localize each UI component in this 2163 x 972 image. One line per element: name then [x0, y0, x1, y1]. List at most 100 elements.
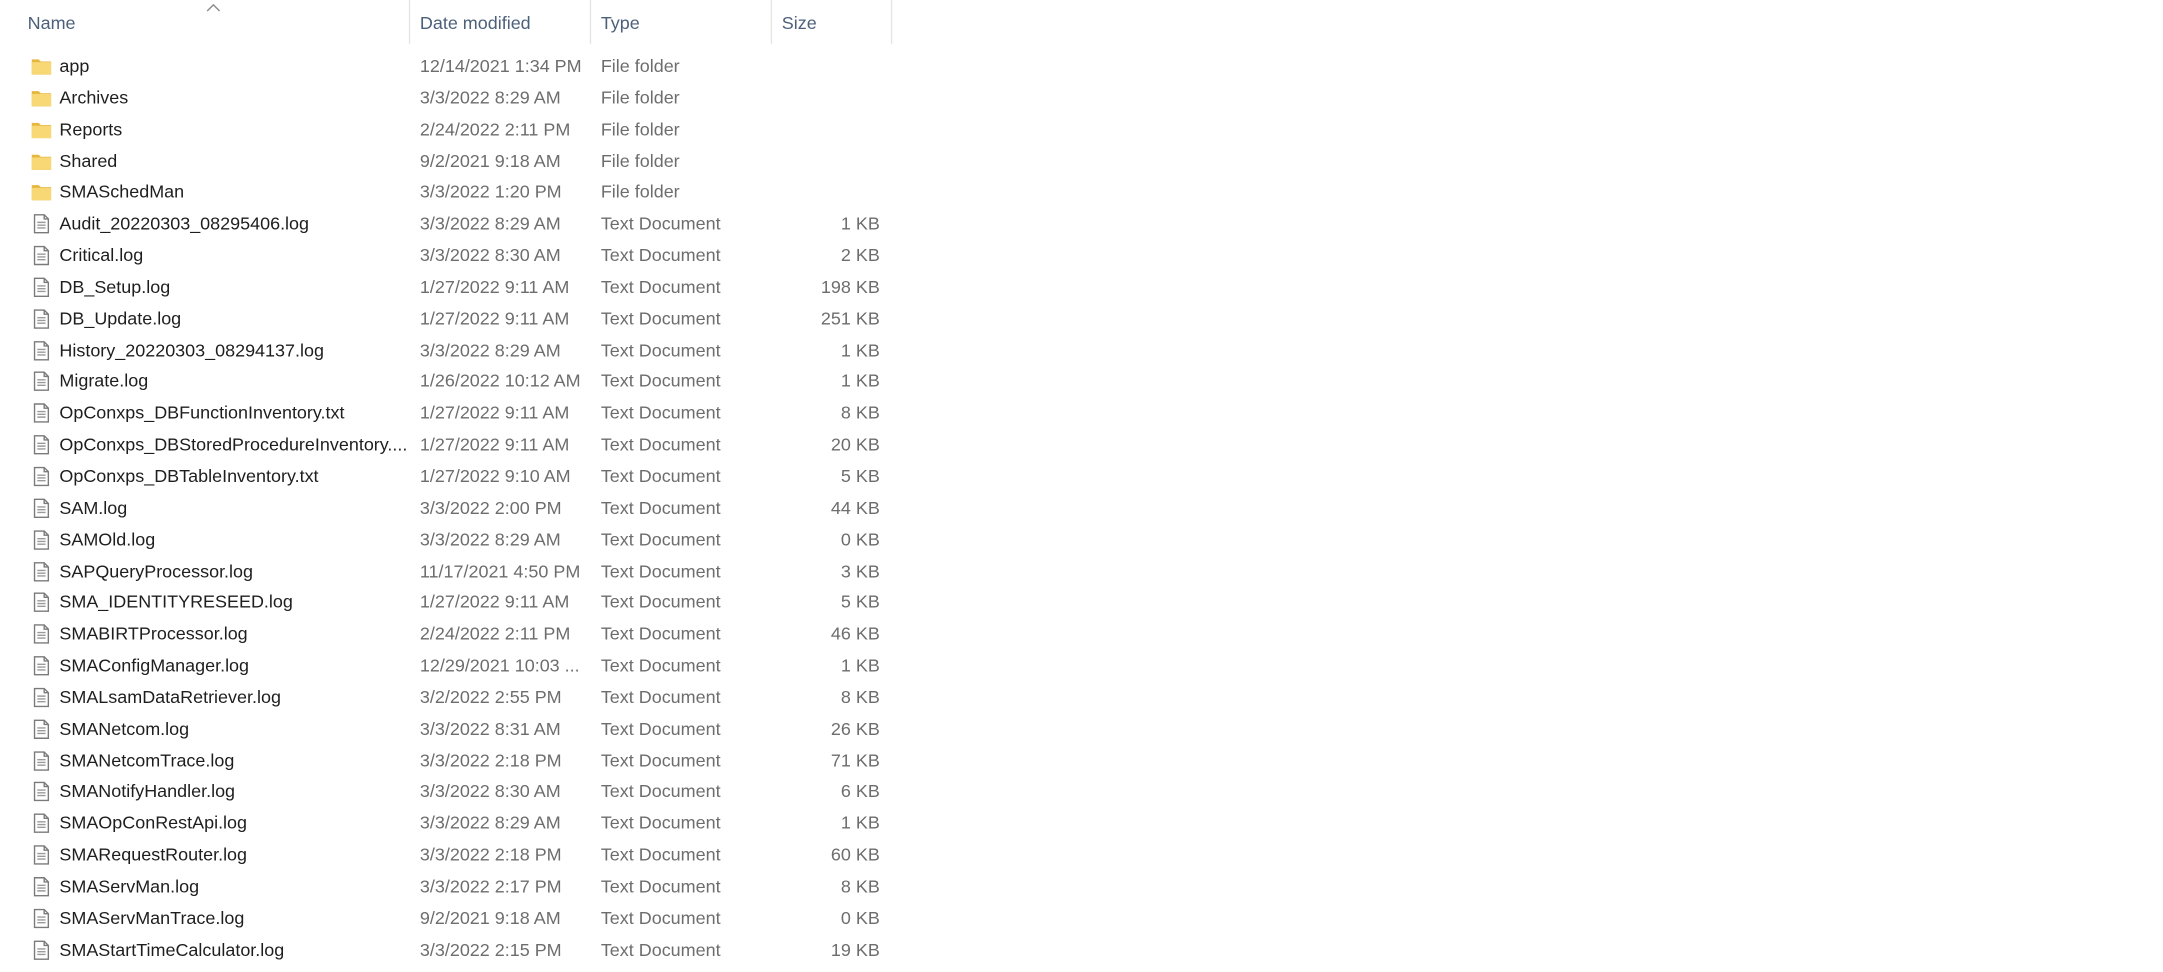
file-row[interactable]: SMAOpConRestApi.log 3/3/2022 8:29 AM Text …: [0, 807, 892, 839]
column-header-date[interactable]: Date modified: [410, 0, 592, 45]
file-type: File folder: [600, 86, 680, 108]
column-header-name-label: Name: [27, 12, 76, 34]
text-document-icon: [30, 434, 52, 456]
file-name: Reports: [59, 118, 123, 140]
file-row[interactable]: SMANotifyHandler.log 3/3/2022 8:30 AM Text…: [0, 775, 892, 807]
text-document-icon: [30, 465, 52, 487]
file-row[interactable]: app 12/14/2021 1:34 PM File folder: [0, 50, 892, 82]
file-type: Text Document: [600, 844, 721, 865]
file-date-modified: 12/29/2021 10:03 ...: [419, 654, 580, 676]
file-type: Text Document: [600, 654, 721, 676]
file-name: OpConxps_DBStoredProcedureInventory....: [59, 433, 408, 455]
file-row[interactable]: SMALsamDataRetriever.log 3/2/2022 2:55 PM…: [0, 681, 892, 713]
text-document-icon: [30, 749, 52, 771]
text-document-icon: [30, 812, 52, 834]
file-type: Text Document: [600, 276, 721, 297]
file-size: 6 KB: [840, 780, 880, 802]
file-row[interactable]: SAM.log 3/3/2022 2:00 PM Text Document 44 K…: [0, 491, 892, 523]
file-list: app 12/14/2021 1:34 PM File folder Archives…: [0, 50, 892, 965]
file-date-modified: 3/3/2022 8:29 AM: [419, 213, 561, 234]
file-type: Text Document: [600, 875, 721, 897]
file-name: SMANetcomTrace.log: [59, 749, 235, 771]
file-date-modified: 3/3/2022 2:18 PM: [419, 749, 562, 771]
file-row[interactable]: SMASchedMan 3/3/2022 1:20 PM File folder: [0, 176, 892, 208]
file-date-modified: 3/3/2022 2:17 PM: [419, 875, 562, 897]
column-header-type-label: Type: [600, 12, 640, 34]
file-type: File folder: [600, 181, 680, 203]
file-row[interactable]: SMARequestRouter.log 3/3/2022 2:18 PM Text…: [0, 839, 892, 871]
file-size: 0 KB: [840, 907, 880, 928]
file-row[interactable]: SMABIRTProcessor.log 2/24/2022 2:11 PM Tex…: [0, 618, 892, 650]
file-row[interactable]: SMANetcom.log 3/3/2022 8:31 AM Text Docume…: [0, 712, 892, 744]
file-date-modified: 1/27/2022 9:11 AM: [419, 433, 570, 455]
file-date-modified: 3/3/2022 8:29 AM: [419, 812, 561, 834]
column-header-size-label: Size: [781, 12, 817, 34]
file-name: SAPQueryProcessor.log: [59, 560, 254, 581]
file-size: 71 KB: [830, 749, 880, 771]
file-name: SMAStartTimeCalculator.log: [59, 938, 285, 960]
file-explorer-view: Name Date modified Type Size app 12/14/20…: [0, 0, 2163, 970]
file-type: Text Document: [600, 339, 721, 360]
column-header-name[interactable]: Name: [0, 0, 411, 45]
file-row[interactable]: Audit_20220303_08295406.log 3/3/2022 8:29…: [0, 207, 892, 239]
file-row[interactable]: OpConxps_DBFunctionInventory.txt 1/27/202…: [0, 397, 892, 429]
text-document-icon: [30, 781, 52, 803]
text-document-icon: [30, 592, 52, 614]
file-row[interactable]: SMAStartTimeCalculator.log 3/3/2022 2:15 …: [0, 933, 892, 965]
text-document-icon: [30, 371, 52, 393]
file-date-modified: 3/3/2022 2:00 PM: [419, 496, 562, 518]
file-row[interactable]: Archives 3/3/2022 8:29 AM File folder: [0, 81, 892, 113]
file-name: SMAOpConRestApi.log: [59, 812, 248, 834]
file-name: SMASchedMan: [59, 181, 185, 203]
file-date-modified: 3/3/2022 8:29 AM: [419, 86, 561, 108]
file-type: Text Document: [600, 370, 721, 392]
file-date-modified: 3/3/2022 8:30 AM: [419, 780, 561, 802]
file-row[interactable]: DB_Update.log 1/27/2022 9:11 AM Text Docum…: [0, 302, 892, 334]
column-header-type[interactable]: Type: [591, 0, 773, 45]
file-size: 1 KB: [840, 213, 880, 234]
file-size: 20 KB: [830, 433, 880, 455]
file-row[interactable]: SMA_IDENTITYRESEED.log 1/27/2022 9:11 AM T…: [0, 586, 892, 618]
file-row[interactable]: OpConxps_DBTableInventory.txt 1/27/2022 9…: [0, 460, 892, 492]
text-document-icon: [30, 339, 52, 361]
file-date-modified: 2/24/2022 2:11 PM: [419, 623, 571, 644]
file-row[interactable]: Shared 9/2/2021 9:18 AM File folder: [0, 144, 892, 176]
file-name: DB_Update.log: [59, 307, 182, 329]
text-document-icon: [30, 907, 52, 929]
file-row[interactable]: Critical.log 3/3/2022 8:30 AM Text Documen…: [0, 239, 892, 271]
file-date-modified: 3/3/2022 8:31 AM: [419, 717, 561, 739]
file-date-modified: 2/24/2022 2:11 PM: [419, 118, 571, 140]
file-date-modified: 9/2/2021 9:18 AM: [419, 907, 561, 928]
file-size: 198 KB: [820, 276, 880, 297]
file-row[interactable]: SAMOld.log 3/3/2022 8:29 AM Text Document 0…: [0, 523, 892, 555]
file-type: File folder: [600, 55, 680, 76]
file-row[interactable]: OpConxps_DBStoredProcedureInventory.... 1…: [0, 428, 892, 460]
file-row[interactable]: Migrate.log 1/26/2022 10:12 AM Text Docume…: [0, 365, 892, 397]
file-row[interactable]: SMANetcomTrace.log 3/3/2022 2:18 PM Text D…: [0, 744, 892, 776]
file-name: Archives: [59, 86, 129, 108]
file-name: Critical.log: [59, 244, 144, 266]
file-row[interactable]: SAPQueryProcessor.log 11/17/2021 4:50 PM T…: [0, 555, 892, 587]
text-document-icon: [30, 655, 52, 677]
file-date-modified: 12/14/2021 1:34 PM: [419, 55, 582, 76]
file-row[interactable]: Reports 2/24/2022 2:11 PM File folder: [0, 113, 892, 145]
file-type: Text Document: [600, 433, 721, 455]
file-type: File folder: [600, 118, 680, 140]
file-date-modified: 11/17/2021 4:50 PM: [419, 560, 581, 581]
file-row[interactable]: SMAConfigManager.log 12/29/2021 10:03 ...…: [0, 649, 892, 681]
file-type: Text Document: [600, 244, 721, 266]
file-size: 46 KB: [830, 623, 880, 644]
text-document-icon: [30, 245, 52, 267]
file-size: 2 KB: [840, 244, 880, 266]
sort-ascending-icon: [206, 3, 221, 12]
file-date-modified: 1/27/2022 9:11 AM: [419, 402, 570, 424]
text-document-icon: [30, 686, 52, 708]
file-type: Text Document: [600, 307, 721, 329]
file-row[interactable]: SMAServManTrace.log 9/2/2021 9:18 AM Text …: [0, 902, 892, 934]
file-row[interactable]: History_20220303_08294137.log 3/3/2022 8:…: [0, 334, 892, 366]
file-row[interactable]: DB_Setup.log 1/27/2022 9:11 AM Text Docume…: [0, 271, 892, 303]
column-header-size[interactable]: Size: [772, 0, 893, 45]
file-name: OpConxps_DBFunctionInventory.txt: [59, 402, 345, 424]
file-row[interactable]: SMAServMan.log 3/3/2022 2:17 PM Text Docum…: [0, 870, 892, 902]
file-date-modified: 3/3/2022 8:29 AM: [419, 339, 561, 360]
